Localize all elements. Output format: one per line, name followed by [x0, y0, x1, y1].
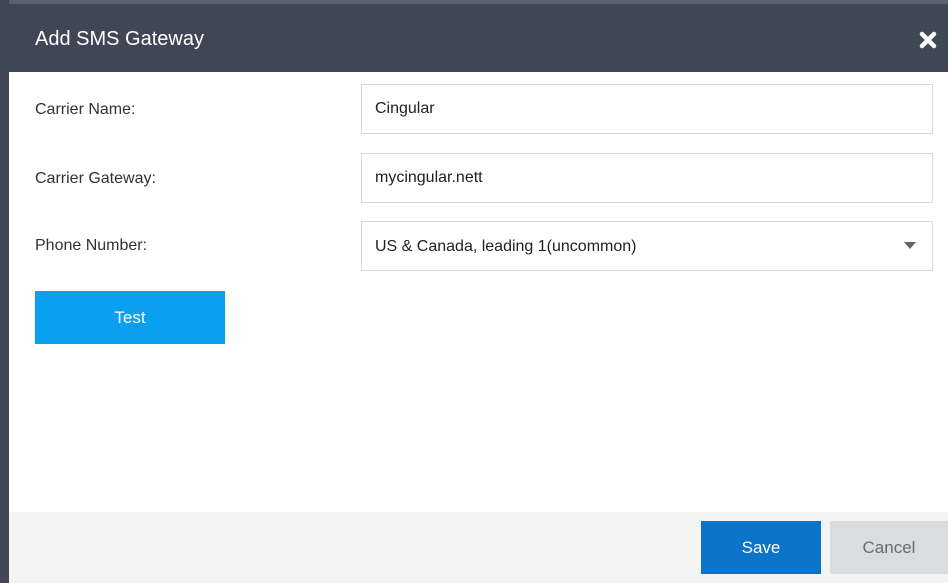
phone-number-label: Phone Number:: [35, 237, 148, 254]
chevron-down-icon: [904, 242, 916, 249]
save-button[interactable]: Save: [701, 521, 821, 574]
phone-number-selected-value: US & Canada, leading 1(uncommon): [375, 238, 637, 255]
dialog-footer: Save Cancel: [9, 512, 948, 583]
test-button[interactable]: Test: [35, 291, 225, 344]
phone-number-select[interactable]: US & Canada, leading 1(uncommon): [361, 221, 933, 271]
carrier-name-input[interactable]: [361, 84, 933, 134]
dialog-title: Add SMS Gateway: [35, 28, 204, 50]
carrier-name-label: Carrier Name:: [35, 101, 136, 118]
dialog-header: Add SMS Gateway: [9, 0, 948, 72]
add-sms-gateway-dialog: Add SMS Gateway Carrier Name: Carrier Ga…: [0, 0, 948, 583]
carrier-gateway-label: Carrier Gateway:: [35, 170, 156, 187]
cancel-button[interactable]: Cancel: [830, 521, 948, 574]
carrier-gateway-input[interactable]: [361, 153, 933, 203]
close-icon[interactable]: [914, 26, 942, 54]
